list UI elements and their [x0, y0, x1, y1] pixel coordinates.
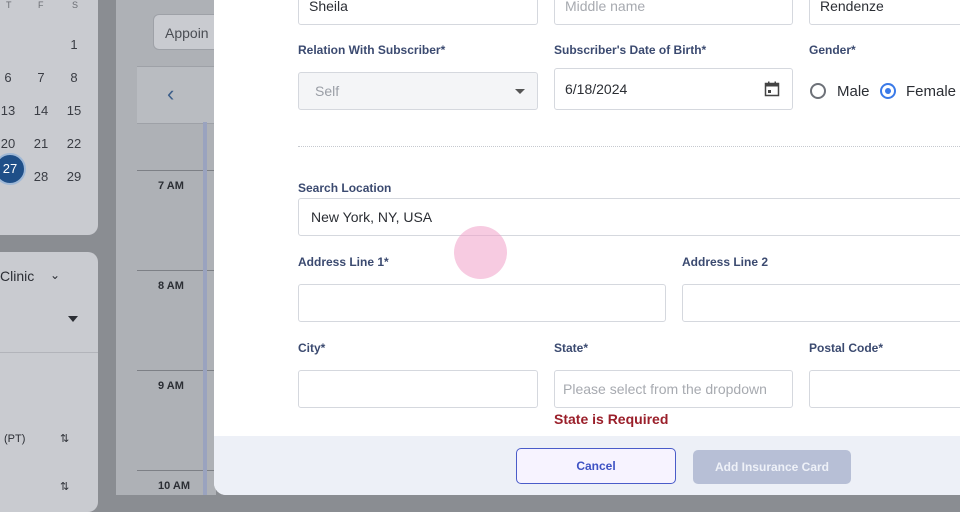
gender-female-radio[interactable]	[880, 83, 896, 99]
calendar-day[interactable]: 22	[63, 136, 85, 151]
search-location-label: Search Location	[298, 181, 392, 195]
address1-label: Address Line 1*	[298, 255, 389, 269]
clinic-filter-label[interactable]: Clinic	[0, 268, 34, 284]
relation-select[interactable]: Self	[298, 72, 538, 110]
address1-input[interactable]	[298, 284, 666, 322]
time-label: 9 AM	[158, 380, 184, 392]
calendar-day[interactable]: 20	[0, 136, 19, 151]
dob-label: Subscriber's Date of Birth*	[554, 43, 707, 57]
relation-label: Relation With Subscriber*	[298, 43, 446, 57]
dropdown-caret-icon[interactable]	[68, 316, 78, 322]
time-label: 8 AM	[158, 280, 184, 292]
state-select[interactable]: Please select from the dropdown	[554, 370, 793, 408]
caret-down-icon	[515, 89, 525, 94]
first-name-field[interactable]: Sheila	[298, 0, 538, 25]
time-label: 10 AM	[158, 480, 190, 492]
postal-code-input[interactable]	[809, 370, 960, 408]
appointment-button[interactable]: Appoin	[153, 14, 223, 50]
day-column-indicator	[203, 122, 207, 495]
address2-input[interactable]	[682, 284, 960, 322]
city-label: City*	[298, 341, 326, 355]
dob-value: 6/18/2024	[565, 81, 628, 97]
calendar-day[interactable]: 14	[30, 103, 52, 118]
relation-value: Self	[315, 83, 340, 99]
sort-icon[interactable]: ⇅	[60, 432, 69, 445]
gender-male-label[interactable]: Male	[837, 83, 870, 100]
cancel-button[interactable]: Cancel	[516, 448, 676, 484]
middle-name-field[interactable]: Middle name	[554, 0, 793, 25]
calendar-day[interactable]: 1	[63, 37, 85, 52]
calendar-day[interactable]: 13	[0, 103, 19, 118]
calendar-day[interactable]: 15	[63, 103, 85, 118]
calendar-day[interactable]: 7	[30, 70, 52, 85]
calendar-icon[interactable]	[764, 81, 780, 97]
weekday-header: S	[72, 0, 79, 10]
state-label: State*	[554, 341, 589, 355]
gender-female-label[interactable]: Female	[906, 83, 956, 100]
weekday-header: F	[38, 0, 44, 10]
chevron-left-icon[interactable]: ‹	[167, 81, 174, 107]
city-input[interactable]	[298, 370, 538, 408]
address2-label: Address Line 2	[682, 255, 769, 269]
last-name-field[interactable]: Rendenze	[809, 0, 960, 25]
timezone-label: (PT)	[4, 433, 26, 445]
search-location-input[interactable]: New York, NY, USA	[298, 198, 960, 236]
sort-icon[interactable]: ⇅	[60, 480, 69, 493]
divider	[0, 352, 98, 353]
dob-input[interactable]: 6/18/2024	[554, 68, 793, 110]
calendar-day[interactable]: 21	[30, 136, 52, 151]
weekday-header: T	[6, 0, 12, 10]
insurance-card-modal: Sheila Middle name Rendenze Relation Wit…	[214, 0, 960, 495]
calendar-day[interactable]: 29	[63, 169, 85, 184]
mini-calendar: T F S 1 6 7 8 13 14 15 20 21 22 27 28 29	[0, 0, 98, 235]
time-label: 7 AM	[158, 180, 184, 192]
add-insurance-card-button[interactable]: Add Insurance Card	[693, 450, 851, 484]
calendar-day[interactable]: 6	[0, 70, 19, 85]
chevron-down-icon[interactable]: ⌄	[50, 268, 60, 282]
gender-label: Gender*	[809, 43, 856, 57]
calendar-day-selected[interactable]: 27	[0, 153, 26, 185]
filter-panel: Clinic ⌄ (PT) ⇅ ⇅	[0, 252, 98, 512]
touch-indicator	[454, 226, 507, 279]
section-divider	[298, 146, 960, 147]
calendar-day[interactable]: 28	[30, 169, 52, 184]
calendar-day[interactable]: 8	[63, 70, 85, 85]
state-error-message: State is Required	[554, 411, 669, 427]
calendar-nav: ‹	[137, 66, 217, 124]
postal-code-label: Postal Code*	[809, 341, 884, 355]
gender-male-radio[interactable]	[810, 83, 826, 99]
